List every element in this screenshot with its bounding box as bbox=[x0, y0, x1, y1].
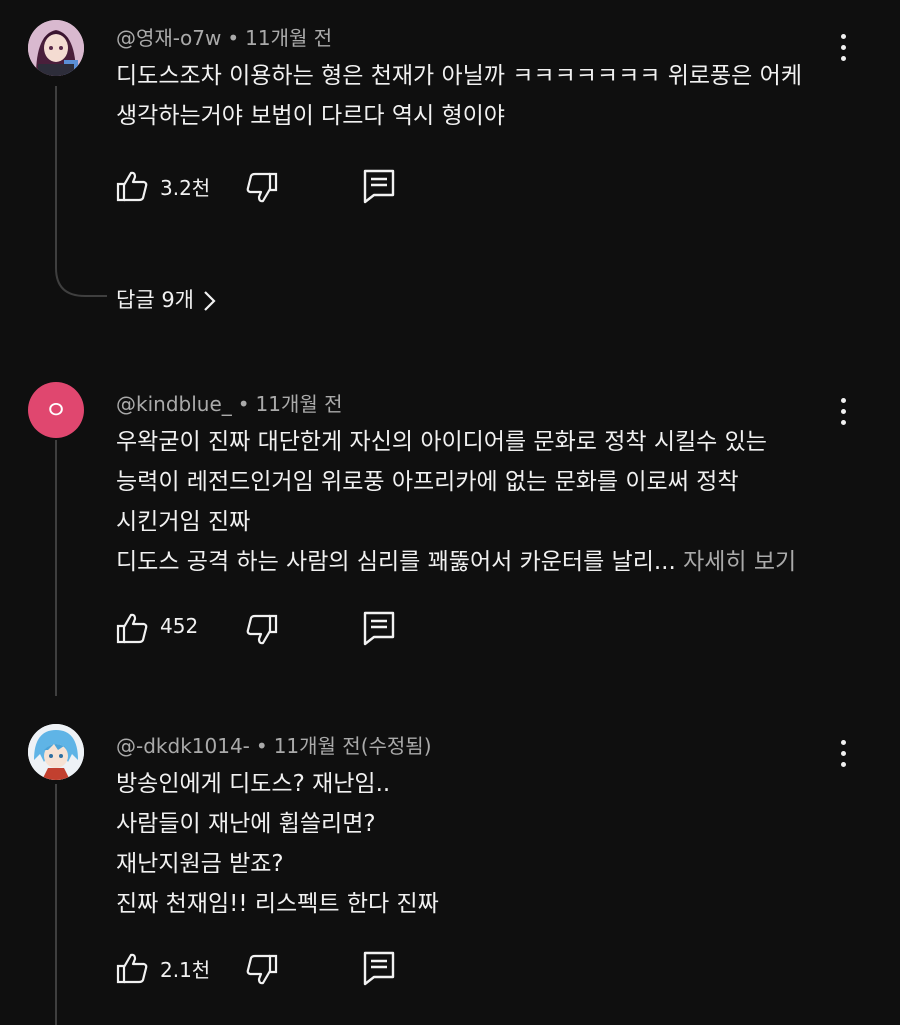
avatar[interactable] bbox=[28, 20, 84, 76]
comment-meta: @kindblue_ • 11개월 전 bbox=[116, 388, 343, 417]
comment-actions: 3.2천 bbox=[114, 168, 514, 208]
comment-line: 시킨거임 진짜 bbox=[116, 509, 251, 535]
comment-text: 방송인에게 디도스? 재난임.. 사람들이 재난에 휩쓸리면? 재난지원금 받죠… bbox=[116, 764, 439, 924]
like-icon[interactable] bbox=[114, 168, 150, 204]
meta-separator: • bbox=[237, 392, 250, 416]
comment: @영재-o7w • 11개월 전 디도스조차 이용하는 형은 천재가 아닐까 ㅋㅋㅋ… bbox=[0, 0, 900, 340]
comment-meta: @영재-o7w • 11개월 전 bbox=[116, 22, 332, 51]
comment-meta: @-dkdk1014- • 11개월 전(수정됨) bbox=[116, 730, 432, 759]
more-options-icon[interactable] bbox=[832, 394, 856, 430]
like-count: 2.1천 bbox=[160, 958, 211, 982]
reply-icon[interactable] bbox=[362, 168, 396, 204]
comment-time: 11개월 전 bbox=[255, 392, 343, 416]
comment-time: 11개월 전 bbox=[245, 26, 333, 50]
comment-line-truncated: 디도스 공격 하는 사람의 심리를 꽤뚫어서 카운터를 날리... bbox=[116, 549, 684, 575]
author-name[interactable]: @영재-o7w bbox=[116, 26, 221, 50]
comment: @-dkdk1014- • 11개월 전(수정됨) 방송인에게 디도스? 재난임..… bbox=[0, 712, 900, 1025]
comment-line: 재난지원금 받죠? bbox=[116, 851, 284, 877]
meta-separator: • bbox=[227, 26, 240, 50]
dislike-icon[interactable] bbox=[244, 952, 280, 988]
read-more-link[interactable]: 자세히 보기 bbox=[683, 549, 796, 575]
comment-line: 생각하는거야 보법이 다르다 역시 형이야 bbox=[116, 103, 505, 129]
like-icon[interactable] bbox=[114, 950, 150, 986]
reply-icon[interactable] bbox=[362, 610, 396, 646]
comment-actions: 2.1천 bbox=[114, 950, 514, 990]
edited-label: (수정됨) bbox=[360, 734, 432, 758]
avatar[interactable] bbox=[28, 724, 84, 780]
dislike-icon[interactable] bbox=[244, 170, 280, 206]
replies-count-label: 답글 9개 bbox=[116, 288, 194, 312]
comment-line: 디도스조차 이용하는 형은 천재가 아닐까 ㅋㅋㅋㅋㅋㅋㅋ 위로풍은 어케 bbox=[116, 63, 802, 89]
meta-separator: • bbox=[255, 734, 268, 758]
like-count: 3.2천 bbox=[160, 176, 211, 200]
like-count: 452 bbox=[160, 614, 199, 638]
more-options-icon[interactable] bbox=[832, 30, 856, 66]
comment: ㅇ @kindblue_ • 11개월 전 우왁굳이 진짜 대단한게 자신의 아이디… bbox=[0, 370, 900, 700]
comment-actions: 452 bbox=[114, 610, 514, 650]
comment-line: 디도스 공격 하는 사람의 심리를 꽤뚫어서 카운터를 날리... 자세히 보기 bbox=[116, 542, 796, 582]
anime-girl-avatar-icon bbox=[28, 20, 84, 76]
comment-line: 진짜 천재임!! 리스펙트 한다 진짜 bbox=[116, 891, 439, 917]
comment-line: 능력이 레전드인거임 위로풍 아프리카에 없는 문화를 이로써 정착 bbox=[116, 469, 739, 495]
author-name[interactable]: @kindblue_ bbox=[116, 392, 232, 416]
chevron-right-icon bbox=[204, 291, 216, 311]
comment-time: 11개월 전 bbox=[273, 734, 361, 758]
avatar-letter: ㅇ bbox=[44, 396, 68, 424]
comment-line: 사람들이 재난에 휩쓸리면? bbox=[116, 811, 376, 837]
comment-text: 디도스조차 이용하는 형은 천재가 아닐까 ㅋㅋㅋㅋㅋㅋㅋ 위로풍은 어케 생각… bbox=[116, 56, 802, 136]
avatar[interactable]: ㅇ bbox=[28, 382, 84, 438]
comment-line: 방송인에게 디도스? 재난임.. bbox=[116, 771, 391, 797]
dislike-icon[interactable] bbox=[244, 612, 280, 648]
comment-line: 우왁굳이 진짜 대단한게 자신의 아이디어를 문화로 정착 시킬수 있는 bbox=[116, 429, 767, 455]
comment-text: 우왁굳이 진짜 대단한게 자신의 아이디어를 문화로 정착 시킬수 있는 능력이… bbox=[116, 422, 796, 582]
blue-hair-avatar-icon bbox=[28, 724, 84, 780]
like-icon[interactable] bbox=[114, 610, 150, 646]
view-replies-button[interactable]: 답글 9개 bbox=[116, 284, 218, 314]
author-name[interactable]: @-dkdk1014- bbox=[116, 734, 250, 758]
more-options-icon[interactable] bbox=[832, 736, 856, 772]
reply-icon[interactable] bbox=[362, 950, 396, 986]
